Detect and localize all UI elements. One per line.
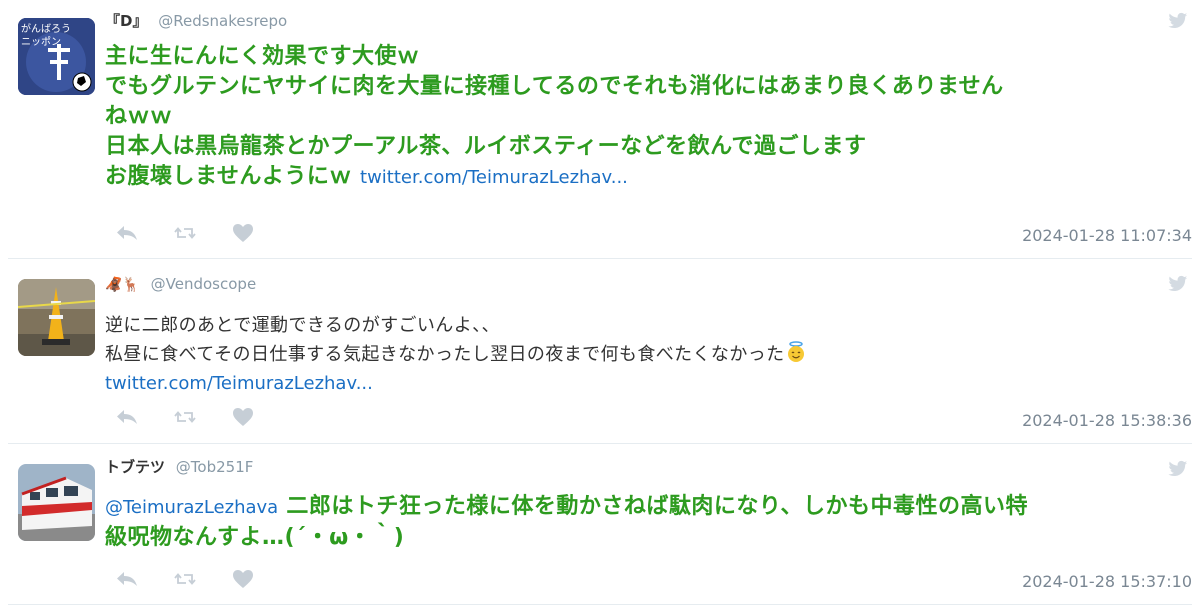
user-handle[interactable]: @Redsnakesrepo — [158, 12, 287, 30]
tweet-text-line: 逆に二郎のあとで運動できるのがすごいんよ、、 — [105, 315, 500, 336]
tweet-timestamp[interactable]: 2024-01-28 11:07:34 — [1022, 226, 1192, 245]
avatar-image — [18, 279, 95, 356]
avatar-text-mid: ニッポン — [21, 36, 61, 48]
retweet-button[interactable] — [174, 568, 232, 590]
smiling-face-with-halo-icon — [787, 341, 804, 362]
display-name[interactable]: 🦧🦌 — [105, 277, 140, 293]
retweet-icon — [174, 227, 196, 239]
tweet-actions — [116, 222, 290, 244]
tweet-link[interactable]: twitter.com/TeimurazLezhav... — [105, 373, 373, 394]
reply-icon — [117, 572, 137, 586]
tweet-text-line: 日本人は黒烏龍茶とかプーアル茶、ルイボスティーなどを飲んで過ごします — [105, 134, 867, 159]
tweet-actions — [116, 568, 290, 590]
reply-button[interactable] — [116, 568, 174, 590]
retweet-button[interactable] — [174, 222, 232, 244]
like-icon — [233, 224, 253, 242]
tweet-feed: がんばろう ニッポン 『D』 @Redsnakesrepo 主に生にんにく効果で… — [0, 0, 1200, 605]
tweet-text-fragment: お腹壊しませんようにｗ — [105, 164, 352, 189]
twitter-bird-icon — [1168, 275, 1188, 291]
retweet-icon — [174, 573, 196, 585]
tweet-text-line-with-emoji: 私昼に食べてその日仕事する気起きなかったし翌日の夜まで何も食べたくなかった — [105, 340, 1182, 369]
display-name[interactable]: トブテツ — [105, 458, 165, 476]
like-button[interactable] — [232, 406, 290, 428]
mention-link[interactable]: @TeimurazLezhava — [105, 497, 278, 518]
user-handle[interactable]: @Tob251F — [176, 458, 254, 476]
avatar-image: がんばろう ニッポン — [18, 18, 95, 95]
reply-button[interactable] — [116, 406, 174, 428]
tweet-text-fragment: 二郎はトチ狂った様に体を動かさねば駄肉になり、しかも中毒性の高い特 — [286, 494, 1028, 519]
tweet-header: 『D』 @Redsnakesrepo — [105, 12, 287, 30]
tweet-text-line: ねｗｗ — [105, 104, 173, 129]
tweet-timestamp[interactable]: 2024-01-28 15:37:10 — [1022, 572, 1192, 591]
tweet-text-line: 級呪物なんすよ…(´・ω・｀) — [105, 525, 405, 550]
avatar[interactable]: がんばろう ニッポン — [18, 18, 95, 95]
like-icon — [233, 570, 253, 588]
like-button[interactable] — [232, 568, 290, 590]
tweet-text-line-with-link: お腹壊しませんようにｗ twitter.com/TeimurazLezhav..… — [105, 162, 1182, 193]
tweet: トブテツ @Tob251F @TeimurazLezhava 二郎はトチ狂った様… — [8, 444, 1192, 605]
tweet-text-line: twitter.com/TeimurazLezhav... — [105, 369, 1182, 398]
retweet-icon — [174, 411, 196, 423]
avatar-image — [18, 464, 95, 541]
avatar[interactable] — [18, 464, 95, 541]
display-name[interactable]: 『D』 — [105, 12, 147, 30]
tweet-link[interactable]: twitter.com/TeimurazLezhav... — [360, 167, 628, 188]
tweet-text-line-with-mention: @TeimurazLezhava 二郎はトチ狂った様に体を動かさねば駄肉になり、… — [105, 492, 1182, 523]
tweet: 🦧🦌 @Vendoscope 逆に二郎のあとで運動できるのがすごいんよ、、 私昼… — [8, 259, 1192, 444]
reply-button[interactable] — [116, 222, 174, 244]
tweet-header: 🦧🦌 @Vendoscope — [105, 275, 256, 294]
tweet-actions — [116, 406, 290, 428]
tweet-text-line: でもグルテンにヤサイに肉を大量に接種してるのでそれも消化にはあまり良くありません — [105, 74, 1004, 99]
user-handle[interactable]: @Vendoscope — [151, 275, 257, 293]
twitter-bird-icon — [1168, 460, 1188, 476]
reply-icon — [117, 410, 137, 424]
reply-icon — [117, 226, 137, 240]
retweet-button[interactable] — [174, 406, 232, 428]
tweet-text-fragment: 私昼に食べてその日仕事する気起きなかったし翌日の夜まで何も食べたくなかった — [105, 344, 785, 365]
like-icon — [233, 408, 253, 426]
avatar-text-top: がんばろう — [21, 22, 71, 35]
tweet-text: @TeimurazLezhava 二郎はトチ狂った様に体を動かさねば駄肉になり、… — [105, 492, 1182, 553]
tweet-text: 主に生にんにく効果です大使ｗ でもグルテンにヤサイに肉を大量に接種してるのでそれ… — [105, 42, 1182, 193]
tweet-timestamp[interactable]: 2024-01-28 15:38:36 — [1022, 411, 1192, 430]
tweet-header: トブテツ @Tob251F — [105, 458, 253, 476]
tweet-text: 逆に二郎のあとで運動できるのがすごいんよ、、 私昼に食べてその日仕事する気起きな… — [105, 311, 1182, 398]
tweet: がんばろう ニッポン 『D』 @Redsnakesrepo 主に生にんにく効果で… — [8, 0, 1192, 259]
tweet-text-line: 主に生にんにく効果です大使ｗ — [105, 44, 420, 69]
like-button[interactable] — [232, 222, 290, 244]
avatar[interactable] — [18, 279, 95, 356]
twitter-bird-icon — [1168, 12, 1188, 28]
